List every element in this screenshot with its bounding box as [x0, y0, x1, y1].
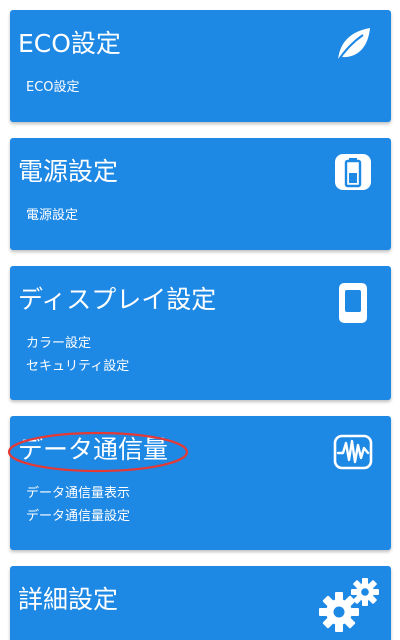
- waveform-icon: [333, 434, 373, 470]
- gears-icon: [317, 576, 381, 636]
- power-settings-item[interactable]: 電源設定: [26, 204, 78, 227]
- power-settings-title: 電源設定: [18, 157, 119, 186]
- eco-settings-item[interactable]: ECO設定: [26, 76, 80, 99]
- security-settings-item[interactable]: セキュリティ設定: [26, 355, 129, 378]
- data-usage-items: データ通信量表示 データ通信量設定: [26, 482, 130, 528]
- power-settings-items: 電源設定: [26, 204, 78, 227]
- detail-settings-title: 詳細設定: [18, 585, 119, 614]
- data-usage-settings-item[interactable]: データ通信量設定: [26, 505, 130, 528]
- color-settings-item[interactable]: カラー設定: [26, 332, 129, 355]
- settings-screen: ECO設定 ECO設定 電源設定 電源設定 ディスプレイ設定 カラー設定 セキュ…: [0, 0, 400, 640]
- leaf-icon: [333, 24, 373, 64]
- data-usage-display-item[interactable]: データ通信量表示: [26, 482, 130, 505]
- power-settings-card[interactable]: 電源設定 電源設定: [10, 138, 391, 250]
- data-usage-title: データ通信量: [18, 435, 169, 464]
- data-usage-card[interactable]: データ通信量 データ通信量表示 データ通信量設定: [10, 416, 391, 550]
- display-settings-items: カラー設定 セキュリティ設定: [26, 332, 129, 378]
- eco-settings-items: ECO設定: [26, 76, 80, 99]
- battery-icon: [333, 152, 373, 192]
- detail-settings-card[interactable]: 詳細設定: [10, 566, 391, 640]
- display-settings-card[interactable]: ディスプレイ設定 カラー設定 セキュリティ設定: [10, 266, 391, 400]
- eco-settings-title: ECO設定: [18, 29, 121, 58]
- display-settings-title: ディスプレイ設定: [18, 285, 217, 314]
- phone-screen-icon: [333, 282, 373, 324]
- eco-settings-card[interactable]: ECO設定 ECO設定: [10, 10, 391, 122]
